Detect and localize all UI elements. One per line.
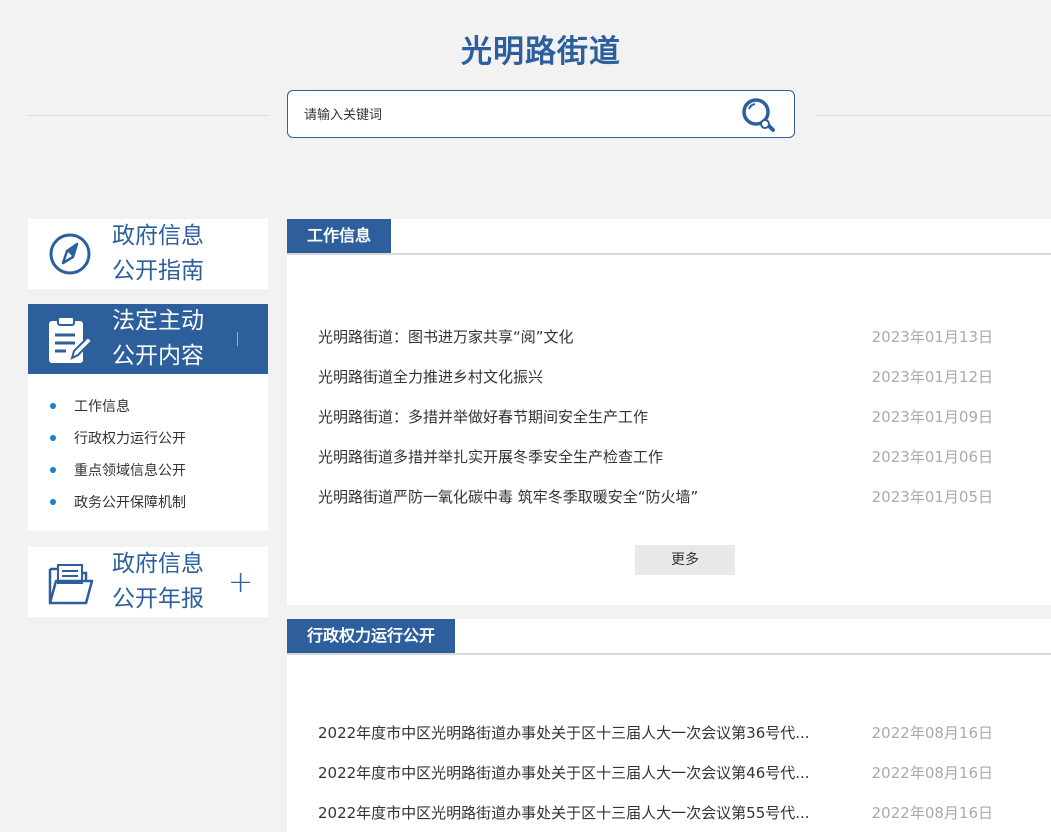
news-item[interactable]: 光明路街道多措并举扎实开展冬季安全生产检查工作 2023年01月06日 xyxy=(318,446,993,470)
sidebar-card-statutory-disclosure[interactable]: 法定主动 公开内容 xyxy=(28,304,268,374)
card-title-line2: 公开年报 xyxy=(112,586,204,612)
header-divider-left xyxy=(28,115,268,116)
news-title[interactable]: 光明路街道多措并举扎实开展冬季安全生产检查工作 xyxy=(318,446,663,467)
panel-admin-power: 行政权力运行公开 2022年度市中区光明路街道办事处关于区十三届人大一次会议第3… xyxy=(287,619,1051,832)
search-input[interactable] xyxy=(302,103,726,127)
header-divider-right xyxy=(815,115,1051,116)
sub-item-label: 工作信息 xyxy=(74,399,130,415)
news-title[interactable]: 2022年度市中区光明路街道办事处关于区十三届人大一次会议第46号代... xyxy=(318,762,810,783)
news-title[interactable]: 2022年度市中区光明路街道办事处关于区十三届人大一次会议第55号代... xyxy=(318,802,810,823)
news-date: 2022年08月16日 xyxy=(871,724,993,742)
news-title[interactable]: 光明路街道全力推进乡村文化振兴 xyxy=(318,366,543,387)
news-title[interactable]: 光明路街道：多措并举做好春节期间安全生产工作 xyxy=(318,406,648,427)
sidebar-sub-item-admin-power[interactable]: 行政权力运行公开 xyxy=(50,428,186,448)
sidebar-card-disclosure-guide[interactable]: 政府信息 公开指南 xyxy=(28,219,268,289)
sub-item-label: 重点领域信息公开 xyxy=(74,463,186,479)
news-item[interactable]: 2022年度市中区光明路街道办事处关于区十三届人大一次会议第46号代... 20… xyxy=(318,762,993,786)
news-date: 2023年01月06日 xyxy=(871,448,993,466)
sidebar-sub-item-work-info[interactable]: 工作信息 xyxy=(50,396,130,416)
news-title[interactable]: 光明路街道严防一氧化碳中毒 筑牢冬季取暖安全“防火墙” xyxy=(318,486,698,507)
news-date: 2023年01月09日 xyxy=(871,408,993,426)
sub-item-label: 行政权力运行公开 xyxy=(74,431,186,447)
news-item[interactable]: 光明路街道：图书进万家共享“阅”文化 2023年01月13日 xyxy=(318,326,993,350)
section-title[interactable]: 行政权力运行公开 xyxy=(287,619,456,653)
section-title[interactable]: 工作信息 xyxy=(287,219,392,253)
sidebar-sub-item-safeguard[interactable]: 政务公开保障机制 xyxy=(50,492,186,512)
expand-plus-icon[interactable]: + xyxy=(228,565,253,600)
search-icon xyxy=(742,98,775,132)
sidebar-sub-item-key-fields[interactable]: 重点领域信息公开 xyxy=(50,460,186,480)
folder-icon xyxy=(46,559,94,611)
clipboard-edit-icon xyxy=(46,315,94,369)
search-box xyxy=(287,90,795,138)
news-item[interactable]: 2022年度市中区光明路街道办事处关于区十三届人大一次会议第36号代... 20… xyxy=(318,722,993,746)
bullet-dot xyxy=(50,499,56,505)
sidebar-card-annual-report[interactable]: 政府信息 公开年报 + xyxy=(28,547,268,617)
panel-work-info: 工作信息 光明路街道：图书进万家共享“阅”文化 2023年01月13日 光明路街… xyxy=(287,219,1051,605)
news-item[interactable]: 光明路街道严防一氧化碳中毒 筑牢冬季取暖安全“防火墙” 2023年01月05日 xyxy=(318,486,993,510)
news-date: 2023年01月05日 xyxy=(871,488,993,506)
card-separator xyxy=(237,332,238,346)
card-title-line2: 公开指南 xyxy=(112,258,204,284)
site-title: 光明路街道 xyxy=(461,34,621,70)
sidebar-sub-list: 工作信息 行政权力运行公开 重点领域信息公开 政务公开保障机制 xyxy=(28,374,268,531)
news-date: 2022年08月16日 xyxy=(871,804,993,822)
news-date: 2023年01月13日 xyxy=(871,328,993,346)
panel-header: 工作信息 xyxy=(287,219,1051,255)
news-title[interactable]: 光明路街道：图书进万家共享“阅”文化 xyxy=(318,326,574,347)
card-title-line1: 法定主动 xyxy=(112,308,204,334)
more-button[interactable]: 更多 xyxy=(635,545,735,575)
search-button[interactable] xyxy=(740,95,780,135)
panel-header: 行政权力运行公开 xyxy=(287,619,1051,655)
card-title-line1: 政府信息 xyxy=(112,223,204,249)
card-title-line1: 政府信息 xyxy=(112,551,204,577)
news-item[interactable]: 光明路街道全力推进乡村文化振兴 2023年01月12日 xyxy=(318,366,993,390)
compass-icon xyxy=(46,230,94,282)
news-item[interactable]: 光明路街道：多措并举做好春节期间安全生产工作 2023年01月09日 xyxy=(318,406,993,430)
news-date: 2022年08月16日 xyxy=(871,764,993,782)
news-date: 2023年01月12日 xyxy=(871,368,993,386)
news-item[interactable]: 2022年度市中区光明路街道办事处关于区十三届人大一次会议第55号代... 20… xyxy=(318,802,993,826)
card-title-line2: 公开内容 xyxy=(112,343,204,369)
news-title[interactable]: 2022年度市中区光明路街道办事处关于区十三届人大一次会议第36号代... xyxy=(318,722,810,743)
bullet-dot xyxy=(50,467,56,473)
sub-item-label: 政务公开保障机制 xyxy=(74,495,186,511)
bullet-dot xyxy=(50,435,56,441)
bullet-dot xyxy=(50,403,56,409)
